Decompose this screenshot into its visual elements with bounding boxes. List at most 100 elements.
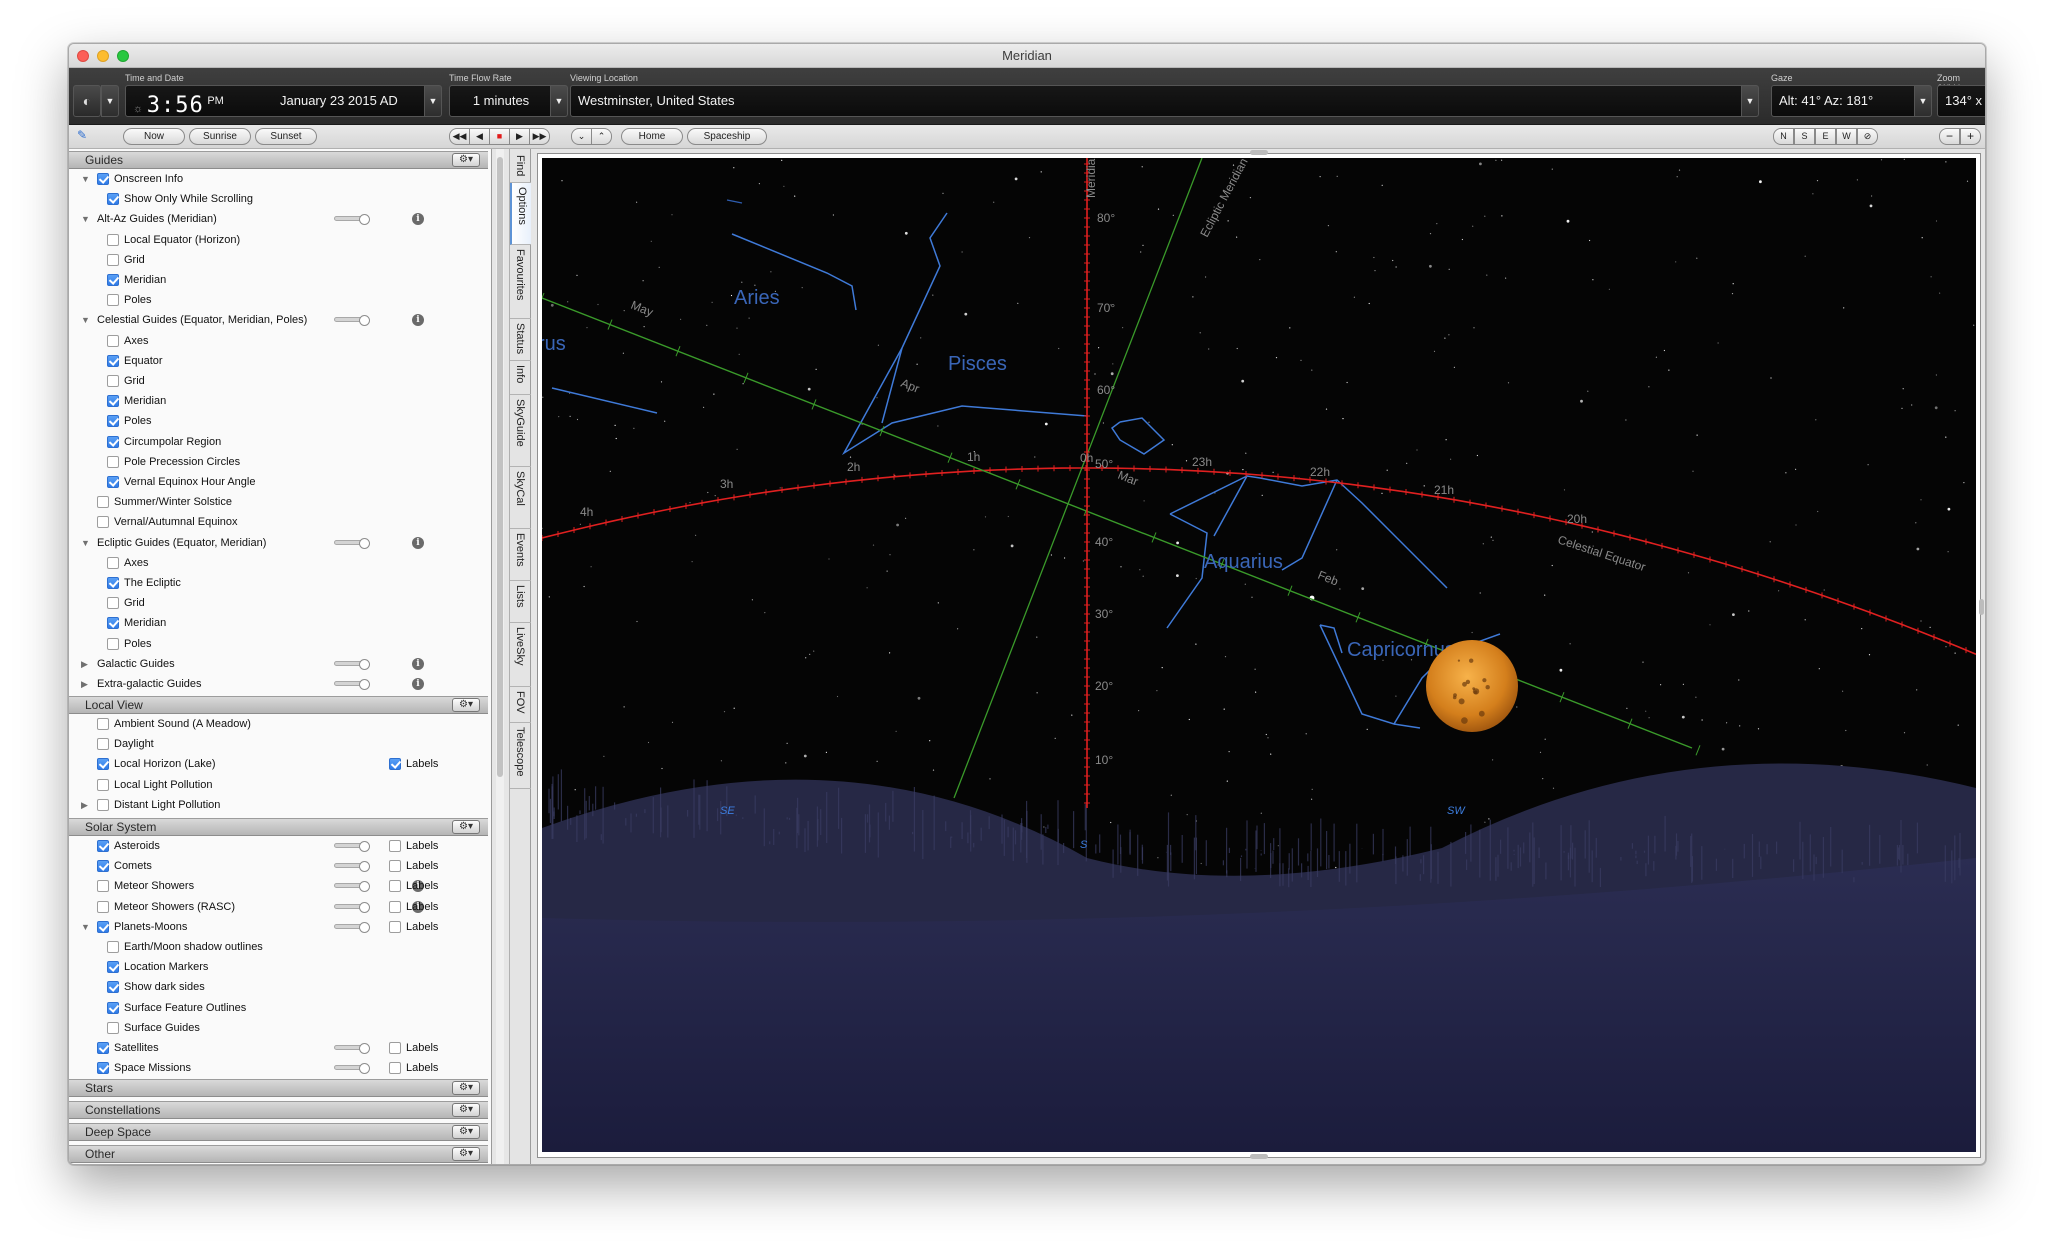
planets-moons-opacity-slider[interactable]	[334, 921, 370, 933]
time-date-field[interactable]: ☼ 3:56 PM January 23 2015 AD	[125, 85, 429, 117]
location-markers-row[interactable]: Location Markers	[69, 958, 488, 976]
move-down-button[interactable]: ⌄	[571, 128, 592, 145]
sky-view[interactable]: Meridian Ecliptic Meridian Celestial Equat…	[542, 158, 1976, 1152]
space-missions-opacity-slider[interactable]	[334, 1063, 370, 1075]
home-button[interactable]: Home	[621, 128, 683, 145]
time-flow-select[interactable]: 1 minutes	[449, 85, 553, 117]
galactic-guides-info-icon[interactable]: i	[412, 657, 424, 670]
satellites-row[interactable]: Satellites Labels	[69, 1039, 488, 1057]
celestial-guides-info-icon[interactable]: i	[412, 314, 424, 327]
deep-space-gear-button[interactable]: ⚙▾	[452, 1125, 480, 1139]
now-button[interactable]: Now	[123, 128, 185, 145]
planets-moons-row[interactable]: ▼ Planets-Moons Labels	[69, 918, 488, 936]
space-missions-checkbox[interactable]	[97, 1062, 109, 1075]
altaz-meridian-row[interactable]: Meridian	[69, 271, 488, 289]
other-section-header[interactable]: Other ⚙▾	[69, 1145, 488, 1163]
local-equator-row[interactable]: Local Equator (Horizon)	[69, 231, 488, 249]
extra-galactic-guides-disclosure-icon[interactable]: ▶	[81, 675, 88, 693]
tab-skycal[interactable]: SkyCal	[510, 467, 531, 529]
celestial-grid-checkbox[interactable]	[107, 375, 119, 387]
sunset-button[interactable]: Sunset	[255, 128, 317, 145]
ecliptic-guides-row[interactable]: ▼ Ecliptic Guides (Equator, Meridian) i	[69, 534, 488, 552]
galactic-guides-row[interactable]: ▶ Galactic Guides i	[69, 655, 488, 673]
tab-info[interactable]: Info	[510, 361, 531, 395]
surface-guides-checkbox[interactable]	[107, 1021, 119, 1034]
altaz-meridian-checkbox[interactable]	[107, 274, 119, 286]
north-button[interactable]: N	[1773, 128, 1794, 145]
ecliptic-guides-info-icon[interactable]: i	[412, 536, 424, 549]
daylight-row[interactable]: Daylight	[69, 735, 488, 753]
viewing-location-field[interactable]: Westminster, United States	[570, 85, 1744, 117]
clock-menu-dropdown[interactable]: ▼	[101, 85, 119, 117]
alt-az-guides-opacity-slider[interactable]	[334, 214, 370, 226]
satellites-checkbox[interactable]	[97, 1042, 109, 1054]
west-button[interactable]: W	[1836, 128, 1857, 145]
tab-lists[interactable]: Lists	[510, 581, 531, 623]
ecliptic-poles-row[interactable]: Poles	[69, 635, 488, 653]
step-back-button[interactable]: ◀	[469, 128, 490, 145]
deep-space-section-header[interactable]: Deep Space ⚙▾	[69, 1123, 488, 1141]
distant-light-pollution-checkbox[interactable]	[97, 798, 109, 811]
celestial-meridian-checkbox[interactable]	[107, 395, 119, 408]
south-button[interactable]: S	[1794, 128, 1815, 145]
close-window-button[interactable]	[77, 50, 89, 62]
celestial-poles-checkbox[interactable]	[107, 415, 119, 428]
sky-side-handle[interactable]	[1977, 149, 1985, 1164]
tab-favourites[interactable]: Favourites	[510, 245, 531, 319]
celestial-grid-row[interactable]: Grid	[69, 372, 488, 390]
spaceship-button[interactable]: Spaceship	[687, 128, 767, 145]
tab-events[interactable]: Events	[510, 529, 531, 581]
celestial-poles-row[interactable]: Poles	[69, 412, 488, 430]
celestial-equator-checkbox[interactable]	[107, 354, 119, 367]
clock-icon[interactable]: ◐	[73, 85, 101, 117]
altaz-poles-checkbox[interactable]	[107, 294, 119, 307]
solar-system-section-header[interactable]: Solar System ⚙▾	[69, 818, 488, 836]
local-light-pollution-row[interactable]: Local Light Pollution	[69, 776, 488, 794]
tab-find[interactable]: Find	[510, 151, 531, 183]
summer-winter-solstice-checkbox[interactable]	[97, 496, 109, 509]
asteroids-row[interactable]: Asteroids Labels	[69, 837, 488, 855]
celestial-guides-disclosure-icon[interactable]: ▼	[81, 311, 90, 329]
time-flow-dropdown[interactable]: ▼	[550, 85, 568, 117]
tab-livesky[interactable]: LiveSky	[510, 623, 531, 687]
tab-status[interactable]: Status	[510, 319, 531, 361]
surface-guides-row[interactable]: Surface Guides	[69, 1019, 488, 1037]
asteroids-opacity-slider[interactable]	[334, 841, 370, 852]
local-view-gear-button[interactable]: ⚙▾	[452, 698, 480, 712]
extra-galactic-guides-info-icon[interactable]: i	[412, 678, 424, 690]
ecliptic-meridian-checkbox[interactable]	[107, 617, 119, 630]
extra-galactic-guides-row[interactable]: ▶ Extra-galactic Guides i	[69, 675, 488, 693]
vernal-autumnal-equinox-checkbox[interactable]	[97, 516, 109, 529]
celestial-meridian-row[interactable]: Meridian	[69, 392, 488, 410]
sky-canvas[interactable]: Meridian Ecliptic MeridianCelestial Equat…	[542, 158, 1976, 1152]
play-button[interactable]: ▶	[509, 128, 530, 145]
asteroids-labels-checkbox[interactable]	[389, 840, 401, 852]
tab-fov[interactable]: FOV	[510, 687, 531, 723]
alt-az-guides-row[interactable]: ▼ Alt-Az Guides (Meridian) i	[69, 210, 488, 228]
zoom-in-button[interactable]: +	[1960, 128, 1981, 145]
space-missions-row[interactable]: Space Missions Labels	[69, 1059, 488, 1077]
sunrise-button[interactable]: Sunrise	[189, 128, 251, 145]
distant-light-pollution-row[interactable]: ▶ Distant Light Pollution	[69, 796, 488, 814]
guides-gear-button[interactable]: ⚙▾	[452, 153, 480, 167]
meteor-showers-rasc-checkbox[interactable]	[97, 900, 109, 913]
distant-light-pollution-disclosure-icon[interactable]: ▶	[81, 796, 88, 814]
onscreen-info-checkbox[interactable]	[97, 173, 109, 185]
surface-feature-outlines-row[interactable]: Surface Feature Outlines	[69, 999, 488, 1017]
pole-precession-circles-row[interactable]: Pole Precession Circles	[69, 453, 488, 471]
planets-moons-checkbox[interactable]	[97, 920, 109, 933]
the-ecliptic-checkbox[interactable]	[107, 577, 119, 589]
the-ecliptic-row[interactable]: The Ecliptic	[69, 574, 488, 592]
local-equator-checkbox[interactable]	[107, 233, 119, 246]
meteor-showers-opacity-slider[interactable]	[334, 881, 370, 893]
alt-az-guides-disclosure-icon[interactable]: ▼	[81, 210, 90, 228]
vernal-equinox-hour-angle-checkbox[interactable]	[107, 476, 119, 488]
step-forward-fast-button[interactable]: ▶▶	[529, 128, 550, 145]
constellations-gear-button[interactable]: ⚙▾	[452, 1103, 480, 1117]
alt-az-guides-info-icon[interactable]: i	[412, 213, 424, 226]
comets-labels-checkbox[interactable]	[389, 860, 401, 873]
stars-gear-button[interactable]: ⚙▾	[452, 1081, 480, 1095]
meteor-showers-labels-checkbox[interactable]	[389, 880, 401, 893]
local-light-pollution-checkbox[interactable]	[97, 778, 109, 791]
celestial-guides-opacity-slider[interactable]	[334, 315, 370, 327]
